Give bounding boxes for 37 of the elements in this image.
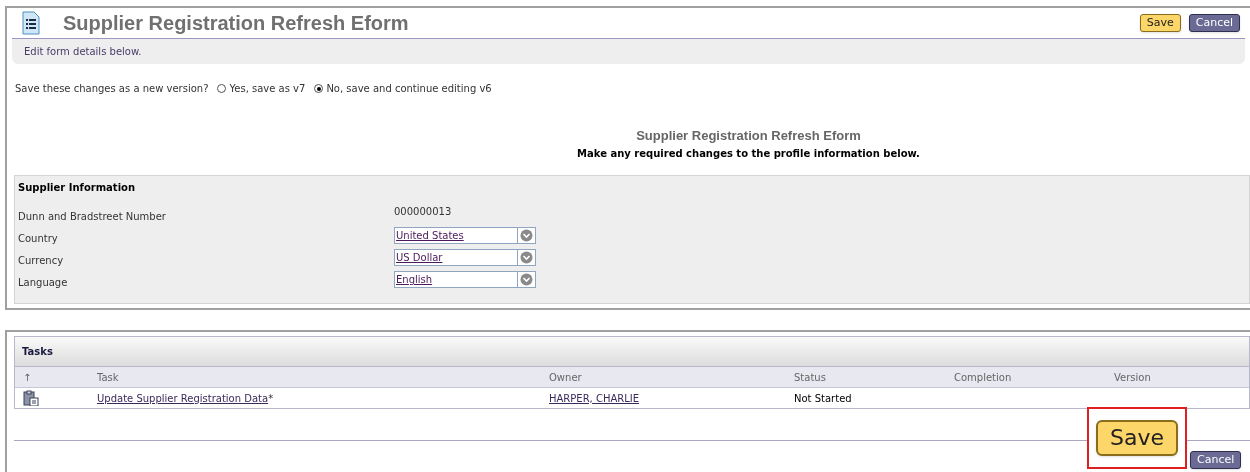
- field-label: Currency: [18, 254, 65, 268]
- task-link[interactable]: Update Supplier Registration Data: [97, 392, 269, 404]
- field-label: Language: [18, 276, 69, 290]
- column-header[interactable]: Status: [794, 371, 826, 383]
- radio-button[interactable]: [314, 84, 324, 93]
- field-label: Country: [18, 232, 59, 246]
- field-value: 000000013: [394, 205, 452, 219]
- version-radio-option[interactable]: Yes, save as v7: [217, 81, 306, 96]
- chevron-down-icon: [520, 229, 533, 242]
- version-radio-option[interactable]: No, save and continue editing v6: [314, 81, 492, 96]
- column-header[interactable]: Completion: [954, 371, 1012, 383]
- radio-button[interactable]: [217, 84, 227, 93]
- owner-link[interactable]: HARPER, CHARLIE: [549, 392, 640, 404]
- save-button[interactable]: Save: [1096, 420, 1178, 456]
- column-header[interactable]: Version: [1114, 371, 1151, 383]
- status-cell: Not Started: [794, 392, 852, 404]
- required-mark: *: [268, 392, 274, 404]
- chevron-down-icon: [520, 273, 533, 286]
- save-button[interactable]: Save: [1139, 14, 1181, 32]
- form-title: Supplier Registration Refresh Eform: [636, 127, 861, 145]
- dropdown-field[interactable]: United States: [394, 227, 536, 244]
- tasks-title: Tasks: [22, 345, 53, 359]
- dropdown-field[interactable]: English: [394, 271, 536, 288]
- field-label: Dunn and Bradstreet Number: [18, 210, 167, 224]
- section-title: Supplier Information: [18, 180, 137, 195]
- dropdown-field[interactable]: US Dollar: [394, 249, 536, 266]
- cancel-button[interactable]: Cancel: [1190, 451, 1242, 469]
- column-header[interactable]: Task: [97, 371, 119, 383]
- version-question: Save these changes as a new version?: [15, 82, 209, 96]
- form-subtitle: Make any required changes to the profile information below.: [577, 146, 920, 161]
- page-title: Supplier Registration Refresh Eform: [63, 11, 409, 36]
- list-document-icon: [21, 11, 41, 35]
- chevron-down-icon: [520, 251, 533, 264]
- cancel-button[interactable]: Cancel: [1188, 14, 1240, 32]
- column-header[interactable]: ↑: [23, 371, 32, 383]
- column-header[interactable]: Owner: [549, 371, 582, 383]
- instructions-text: Edit form details below.: [24, 45, 142, 59]
